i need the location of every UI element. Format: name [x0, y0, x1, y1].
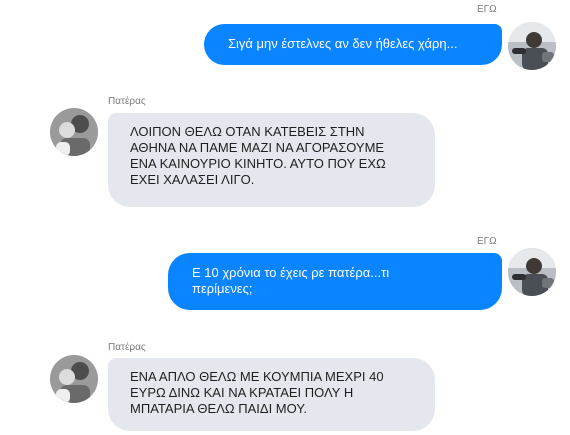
- message-text: ΕΝΑ ΑΠΛΟ ΘΕΛΩ ΜΕ ΚΟΥΜΠΙΑ ΜΕΧΡΙ 40 ΕΥΡΩ Δ…: [130, 369, 384, 416]
- sender-name-me: ΕΓΩ: [477, 4, 497, 15]
- sender-name-father: Πατέρας: [108, 342, 146, 353]
- avatar-father-icon[interactable]: [50, 355, 98, 403]
- sender-name-me: ΕΓΩ: [477, 236, 497, 247]
- avatar-me-icon[interactable]: [508, 248, 556, 296]
- avatar-me-icon[interactable]: [508, 22, 556, 70]
- avatar-father-icon[interactable]: [50, 108, 98, 156]
- message-bubble-outgoing[interactable]: Σιγά μην έστελνες αν δεν ήθελες χάρη...: [204, 24, 502, 65]
- message-text: Ε 10 χρόνια το έχεις ρε πατέρα...τι περί…: [192, 265, 390, 296]
- message-bubble-outgoing[interactable]: Ε 10 χρόνια το έχεις ρε πατέρα...τι περί…: [168, 253, 502, 310]
- message-bubble-incoming[interactable]: ΕΝΑ ΑΠΛΟ ΘΕΛΩ ΜΕ ΚΟΥΜΠΙΑ ΜΕΧΡΙ 40 ΕΥΡΩ Δ…: [108, 358, 435, 431]
- message-text: ΛΟΙΠΟΝ ΘΕΛΩ ΟΤΑΝ ΚΑΤΕΒΕΙΣ ΣΤΗΝ ΑΘΗΝΑ ΝΑ …: [130, 124, 386, 187]
- message-bubble-incoming[interactable]: ΛΟΙΠΟΝ ΘΕΛΩ ΟΤΑΝ ΚΑΤΕΒΕΙΣ ΣΤΗΝ ΑΘΗΝΑ ΝΑ …: [108, 113, 435, 207]
- message-text: Σιγά μην έστελνες αν δεν ήθελες χάρη...: [228, 36, 458, 51]
- sender-name-father: Πατέρας: [108, 96, 146, 107]
